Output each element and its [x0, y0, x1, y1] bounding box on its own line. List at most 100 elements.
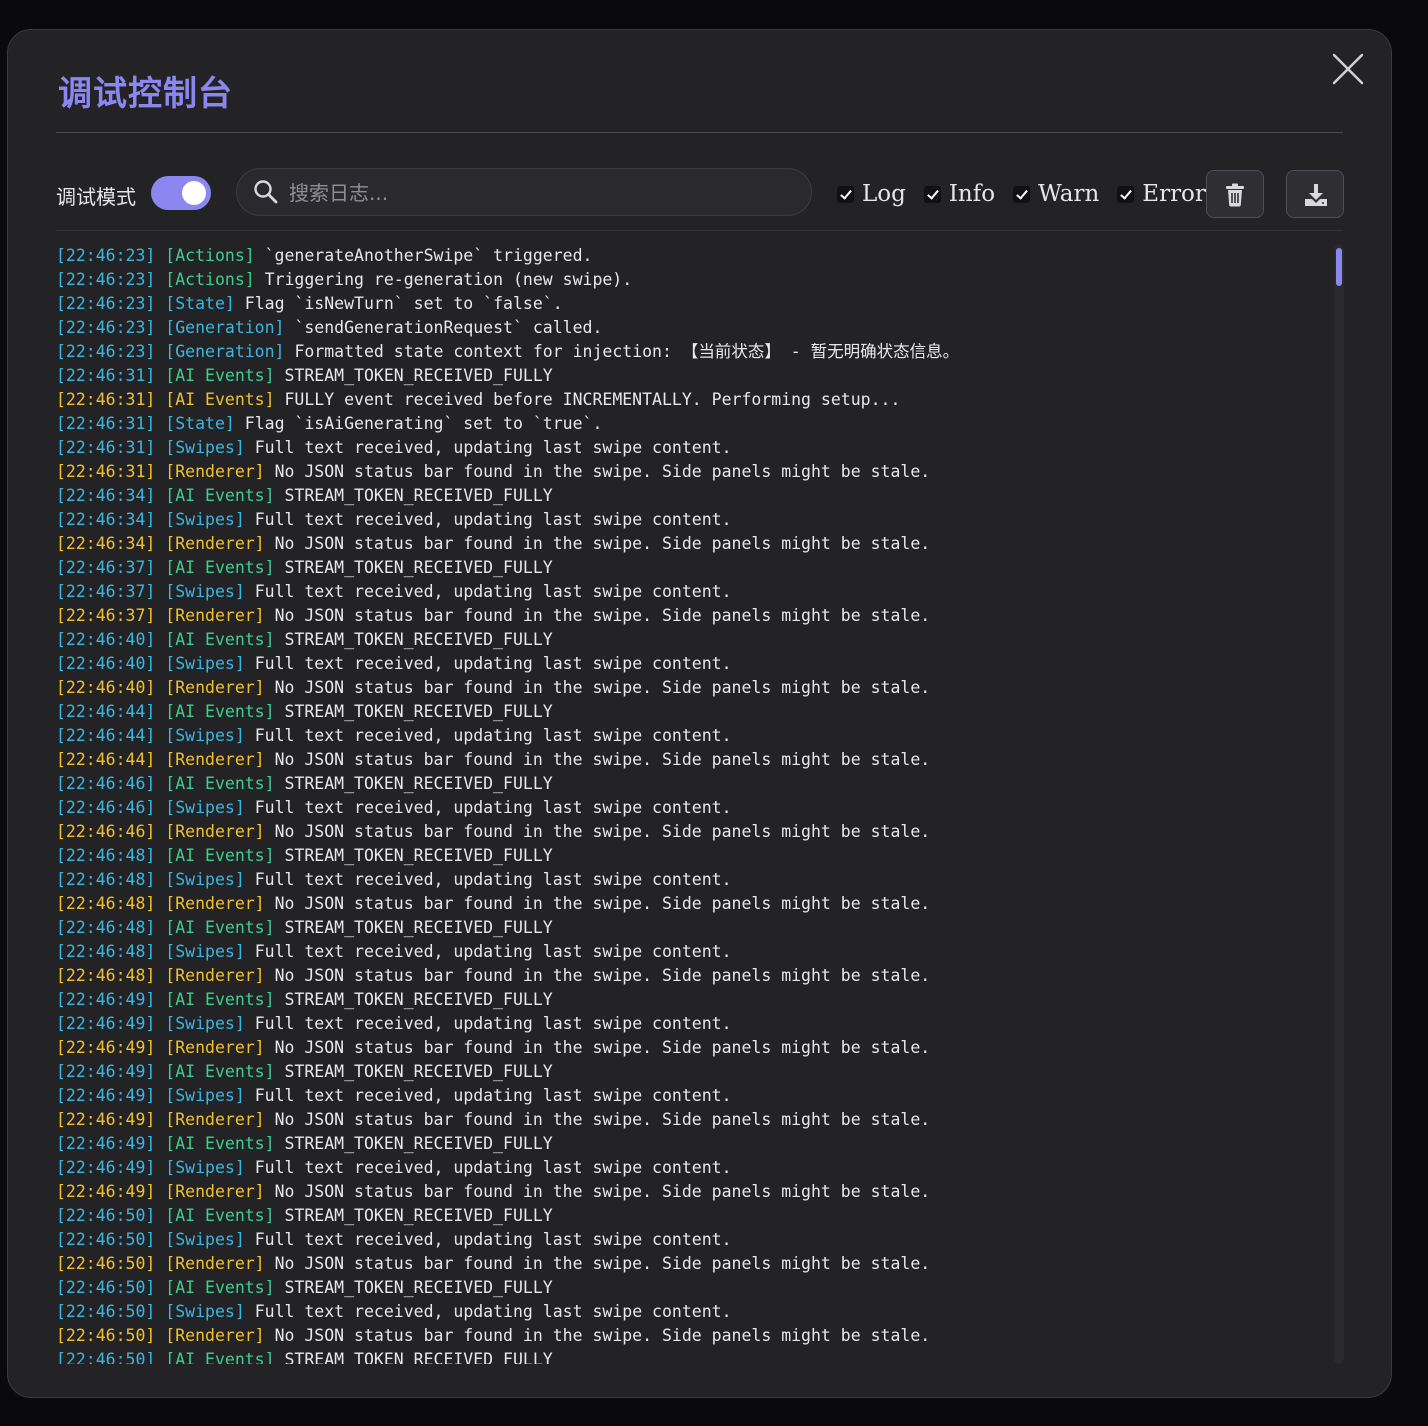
log-tag: [AI Events]: [165, 918, 275, 937]
log-message: No JSON status bar found in the swipe. S…: [274, 462, 931, 481]
log-line: [22:46:48] [Renderer] No JSON status bar…: [56, 892, 1326, 916]
log-checkbox[interactable]: [837, 185, 854, 203]
log-line: [22:46:50] [Swipes] Full text received, …: [56, 1228, 1326, 1252]
log-timestamp: [22:46:49]: [56, 1062, 156, 1081]
log-message: No JSON status bar found in the swipe. S…: [274, 1182, 931, 1201]
warn-checkbox[interactable]: [1013, 185, 1031, 203]
log-message: No JSON status bar found in the swipe. S…: [274, 822, 931, 841]
clear-logs-button[interactable]: [1206, 170, 1264, 218]
log-tag: [Swipes]: [165, 582, 245, 601]
log-tag: [Generation]: [165, 318, 285, 337]
log-timestamp: [22:46:34]: [56, 534, 156, 553]
modal-title: 调试控制台: [58, 74, 233, 114]
log-message: Full text received, updating last swipe …: [254, 1158, 732, 1177]
download-logs-button[interactable]: [1286, 170, 1344, 218]
log-timestamp: [22:46:37]: [56, 558, 156, 577]
log-line: [22:46:31] [AI Events] FULLY event recei…: [56, 388, 1326, 412]
log-timestamp: [22:46:49]: [56, 1014, 156, 1033]
log-message: STREAM_TOKEN_RECEIVED_FULLY: [284, 366, 553, 385]
log-tag: [AI Events]: [165, 558, 275, 577]
log-scrollbar[interactable]: [1334, 244, 1344, 1364]
log-line: [22:46:40] [Renderer] No JSON status bar…: [56, 676, 1326, 700]
filter-warn[interactable]: Warn: [1013, 181, 1099, 207]
log-line: [22:46:37] [Swipes] Full text received, …: [56, 580, 1326, 604]
log-tag: [AI Events]: [165, 774, 275, 793]
log-message: Full text received, updating last swipe …: [254, 1230, 732, 1249]
log-tag: [AI Events]: [165, 486, 275, 505]
log-line: [22:46:31] [Swipes] Full text received, …: [56, 436, 1326, 460]
log-line: [22:46:44] [Renderer] No JSON status bar…: [56, 748, 1326, 772]
log-message: No JSON status bar found in the swipe. S…: [274, 1326, 931, 1345]
log-timestamp: [22:46:49]: [56, 1134, 156, 1153]
log-message: Full text received, updating last swipe …: [254, 1302, 732, 1321]
title-divider: [56, 132, 1343, 133]
error-checkbox[interactable]: [1117, 185, 1135, 203]
log-line: [22:46:49] [Swipes] Full text received, …: [56, 1156, 1326, 1180]
log-timestamp: [22:46:40]: [56, 654, 156, 673]
log-tag: [Swipes]: [165, 1086, 245, 1105]
log-timestamp: [22:46:48]: [56, 846, 156, 865]
log-line: [22:46:23] [Generation] `sendGenerationR…: [56, 316, 1326, 340]
log-tag: [Renderer]: [165, 1254, 265, 1273]
log-message: STREAM_TOKEN_RECEIVED_FULLY: [284, 990, 553, 1009]
log-tag: [Renderer]: [165, 606, 265, 625]
filter-info[interactable]: Info: [923, 181, 996, 207]
scrollbar-thumb[interactable]: [1336, 248, 1342, 286]
filter-log[interactable]: Log: [837, 181, 906, 207]
log-tag: [Renderer]: [165, 750, 265, 769]
log-message: Full text received, updating last swipe …: [254, 438, 732, 457]
log-message: No JSON status bar found in the swipe. S…: [274, 1038, 931, 1057]
log-tag: [AI Events]: [165, 1134, 275, 1153]
log-tag: [Generation]: [165, 342, 285, 361]
trash-icon: [1226, 183, 1244, 207]
log-tag: [Actions]: [165, 246, 255, 265]
log-timestamp: [22:46:50]: [56, 1254, 156, 1273]
log-message: `sendGenerationRequest` called.: [294, 318, 603, 337]
debug-mode-label: 调试模式: [56, 185, 136, 209]
log-line: [22:46:44] [AI Events] STREAM_TOKEN_RECE…: [56, 700, 1326, 724]
log-output: [22:46:23] [Actions] `generateAnotherSwi…: [56, 244, 1326, 1364]
log-line: [22:46:31] [AI Events] STREAM_TOKEN_RECE…: [56, 364, 1326, 388]
log-line: [22:46:34] [AI Events] STREAM_TOKEN_RECE…: [56, 484, 1326, 508]
log-message: STREAM_TOKEN_RECEIVED_FULLY: [284, 1134, 553, 1153]
log-tag: [AI Events]: [165, 1278, 275, 1297]
log-timestamp: [22:46:23]: [56, 246, 156, 265]
log-tag: [Swipes]: [165, 870, 245, 889]
log-line: [22:46:40] [AI Events] STREAM_TOKEN_RECE…: [56, 628, 1326, 652]
log-tag: [Renderer]: [165, 1182, 265, 1201]
log-line: [22:46:48] [AI Events] STREAM_TOKEN_RECE…: [56, 916, 1326, 940]
debug-mode-toggle[interactable]: [151, 176, 211, 210]
debug-console-modal: 调试控制台 调试模式 Log Info: [7, 29, 1392, 1398]
search-input[interactable]: [287, 177, 791, 209]
log-tag: [Renderer]: [165, 462, 265, 481]
log-tag: [Swipes]: [165, 510, 245, 529]
log-timestamp: [22:46:40]: [56, 678, 156, 697]
log-timestamp: [22:46:50]: [56, 1230, 156, 1249]
log-message: STREAM_TOKEN_RECEIVED_FULLY: [284, 486, 553, 505]
log-line: [22:46:49] [Swipes] Full text received, …: [56, 1084, 1326, 1108]
log-message: STREAM_TOKEN_RECEIVED_FULLY: [284, 1278, 553, 1297]
log-tag: [AI Events]: [165, 630, 275, 649]
log-tag: [Renderer]: [165, 534, 265, 553]
log-message: STREAM_TOKEN_RECEIVED_FULLY: [284, 1350, 553, 1364]
log-timestamp: [22:46:44]: [56, 750, 156, 769]
log-message: No JSON status bar found in the swipe. S…: [274, 894, 931, 913]
log-timestamp: [22:46:48]: [56, 942, 156, 961]
close-button[interactable]: [1329, 50, 1367, 88]
filter-error[interactable]: Error: [1117, 181, 1206, 207]
log-message: STREAM_TOKEN_RECEIVED_FULLY: [284, 846, 553, 865]
filter-info-label: Info: [948, 181, 996, 207]
log-line: [22:46:46] [Swipes] Full text received, …: [56, 796, 1326, 820]
log-tag: [Renderer]: [165, 822, 265, 841]
log-tag: [AI Events]: [165, 1062, 275, 1081]
log-tag: [State]: [165, 414, 235, 433]
log-message: STREAM_TOKEN_RECEIVED_FULLY: [284, 630, 553, 649]
log-timestamp: [22:46:46]: [56, 822, 156, 841]
info-checkbox[interactable]: [923, 185, 941, 203]
log-line: [22:46:49] [Renderer] No JSON status bar…: [56, 1108, 1326, 1132]
log-timestamp: [22:46:46]: [56, 774, 156, 793]
log-message: Formatted state context for injection: 【…: [294, 342, 960, 361]
log-message: Full text received, updating last swipe …: [254, 510, 732, 529]
log-message: No JSON status bar found in the swipe. S…: [274, 678, 931, 697]
log-message: No JSON status bar found in the swipe. S…: [274, 966, 931, 985]
